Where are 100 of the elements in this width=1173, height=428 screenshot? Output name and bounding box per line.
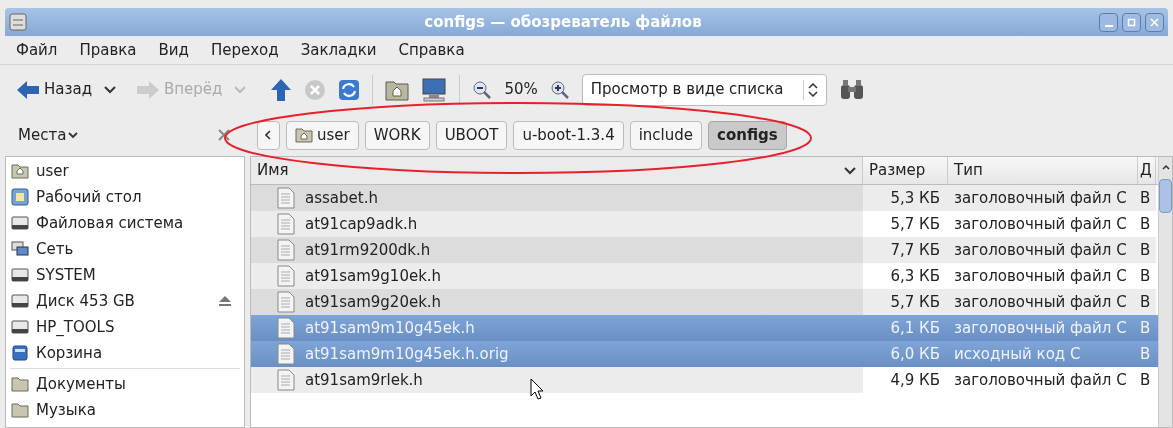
eject-icon[interactable] bbox=[218, 295, 232, 307]
close-icon bbox=[1150, 17, 1159, 27]
file-name-cell: at91sam9rlek.h bbox=[251, 367, 863, 393]
sidebar-item[interactable]: Музыка bbox=[6, 397, 244, 423]
table-cell: 5,7 КБ bbox=[863, 289, 948, 315]
trash-icon bbox=[12, 345, 28, 361]
column-header[interactable]: Тип bbox=[948, 157, 1138, 184]
mouse-pointer-icon bbox=[530, 378, 544, 400]
table-cell: 5,3 КБ bbox=[863, 185, 948, 211]
drive-icon bbox=[11, 320, 29, 334]
sort-chevron-icon bbox=[844, 166, 856, 175]
document-icon bbox=[277, 317, 295, 339]
drive-icon bbox=[11, 294, 29, 308]
up-arrow-icon[interactable] bbox=[270, 77, 293, 102]
menu-item[interactable]: Закладки bbox=[300, 38, 377, 62]
path-button[interactable]: include bbox=[629, 120, 703, 150]
home-folder-icon bbox=[295, 127, 313, 143]
menu-item[interactable]: Правка bbox=[79, 38, 137, 62]
file-name-cell: at91sam9m10g45ek.h bbox=[251, 315, 863, 341]
file-name-cell: assabet.h bbox=[251, 185, 863, 211]
places-dropdown[interactable]: Места bbox=[18, 123, 79, 147]
drive-icon bbox=[11, 216, 29, 230]
close-button[interactable] bbox=[1145, 12, 1164, 32]
sidebar-item[interactable]: Документы bbox=[6, 371, 244, 397]
document-icon bbox=[277, 265, 295, 287]
menu-item[interactable]: Вид bbox=[158, 38, 189, 62]
column-header[interactable]: Имя bbox=[251, 157, 863, 184]
chevron-up-icon bbox=[1161, 164, 1170, 170]
file-name-cell: at91sam9m10g45ek.h.orig bbox=[251, 341, 863, 367]
document-icon bbox=[277, 239, 295, 261]
file-row[interactable]: at91cap9adk.h 5,7 КБ заголовочный файл C В bbox=[251, 211, 1158, 237]
drive-icon bbox=[11, 268, 29, 282]
path-button[interactable]: u-boot-1.3.4 bbox=[513, 120, 624, 150]
computer-icon[interactable] bbox=[421, 77, 448, 102]
zoom-level: 50% bbox=[504, 79, 538, 101]
desktop-icon bbox=[11, 188, 29, 206]
document-icon bbox=[277, 187, 295, 209]
sidebar-item[interactable]: user bbox=[6, 158, 244, 184]
path-button[interactable]: UBOOT bbox=[435, 120, 508, 150]
table-cell: заголовочный файл C bbox=[948, 289, 1138, 315]
table-cell: В bbox=[1138, 185, 1156, 211]
window-title: configs — обозреватель файлов bbox=[423, 11, 703, 33]
sidebar-item[interactable]: Корзина bbox=[6, 340, 244, 366]
back-button[interactable]: Назад bbox=[16, 78, 92, 101]
table-cell: В bbox=[1138, 237, 1156, 263]
document-icon bbox=[277, 343, 295, 365]
table-cell-text: 6,1 КБ bbox=[889, 317, 941, 339]
document-icon bbox=[277, 291, 295, 313]
sidebar-item[interactable]: Сеть bbox=[6, 236, 244, 262]
maximize-button[interactable] bbox=[1122, 12, 1141, 32]
sidebar-item[interactable]: Рабочий стол bbox=[6, 184, 244, 210]
sidebar-item[interactable]: SYSTEM bbox=[6, 262, 244, 288]
file-row[interactable]: at91sam9rlek.h 4,9 КБ заголовочный файл C В bbox=[251, 367, 1158, 393]
sidebar-item[interactable]: Диск 453 GB bbox=[6, 288, 244, 314]
sidebar-item[interactable]: HP_TOOLS bbox=[6, 314, 244, 340]
minimize-icon bbox=[1104, 24, 1113, 27]
file-row[interactable]: assabet.h 5,3 КБ заголовочный файл C В bbox=[251, 185, 1158, 211]
file-name-cell: at91sam9g10ek.h bbox=[251, 263, 863, 289]
file-name-cell: at91sam9g20ek.h bbox=[251, 289, 863, 315]
table-cell-text: исходный код C bbox=[953, 343, 1082, 365]
column-header[interactable]: Д bbox=[1138, 157, 1156, 184]
maximize-icon bbox=[1127, 17, 1136, 27]
chevron-down-icon[interactable] bbox=[104, 85, 116, 94]
zoom-out-icon[interactable] bbox=[472, 79, 493, 100]
folder-icon bbox=[11, 376, 29, 392]
cabinet-icon bbox=[9, 13, 27, 31]
path-back-button[interactable] bbox=[257, 120, 280, 150]
file-row[interactable]: at91sam9g10ek.h 6,3 КБ заголовочный файл C В bbox=[251, 263, 1158, 289]
scrollbar-thumb[interactable] bbox=[1159, 179, 1172, 213]
table-cell: В bbox=[1138, 289, 1156, 315]
document-icon bbox=[277, 213, 295, 235]
file-name-cell: at91rm9200dk.h bbox=[251, 237, 863, 263]
network-computers-icon bbox=[11, 241, 29, 257]
column-header[interactable]: Размер bbox=[863, 157, 948, 184]
path-button[interactable]: configs bbox=[708, 120, 787, 150]
right-arrow-icon bbox=[136, 79, 160, 100]
file-row[interactable]: at91rm9200dk.h 7,7 КБ заголовочный файл C В bbox=[251, 237, 1158, 263]
path-button[interactable]: WORK bbox=[364, 120, 430, 150]
sidebar-item[interactable]: Файловая система bbox=[6, 210, 244, 236]
table-cell: заголовочный файл C bbox=[948, 185, 1138, 211]
up-down-arrows-icon bbox=[807, 82, 818, 97]
table-cell-text: В bbox=[1139, 343, 1152, 365]
menu-item[interactable]: Справка bbox=[398, 38, 465, 62]
folder-icon bbox=[11, 402, 29, 418]
close-icon[interactable] bbox=[218, 129, 230, 141]
minimize-button[interactable] bbox=[1099, 12, 1118, 32]
document-icon bbox=[277, 369, 295, 391]
home-folder-icon bbox=[11, 163, 29, 179]
file-row[interactable]: at91sam9g20ek.h 5,7 КБ заголовочный файл C В bbox=[251, 289, 1158, 315]
menu-item[interactable]: Переход bbox=[210, 38, 279, 62]
menu-item[interactable]: Файл bbox=[16, 38, 58, 62]
scrollbar[interactable] bbox=[1158, 157, 1172, 427]
home-folder-icon[interactable] bbox=[385, 78, 410, 101]
refresh-icon[interactable] bbox=[338, 78, 361, 101]
left-arrow-icon bbox=[16, 79, 40, 100]
view-mode-select[interactable]: Просмотр в виде списка bbox=[581, 73, 827, 106]
zoom-in-icon[interactable] bbox=[549, 79, 570, 100]
table-cell-text: заголовочный файл C bbox=[953, 317, 1128, 339]
path-button[interactable]: user bbox=[286, 120, 359, 150]
binoculars-icon[interactable] bbox=[838, 78, 865, 101]
